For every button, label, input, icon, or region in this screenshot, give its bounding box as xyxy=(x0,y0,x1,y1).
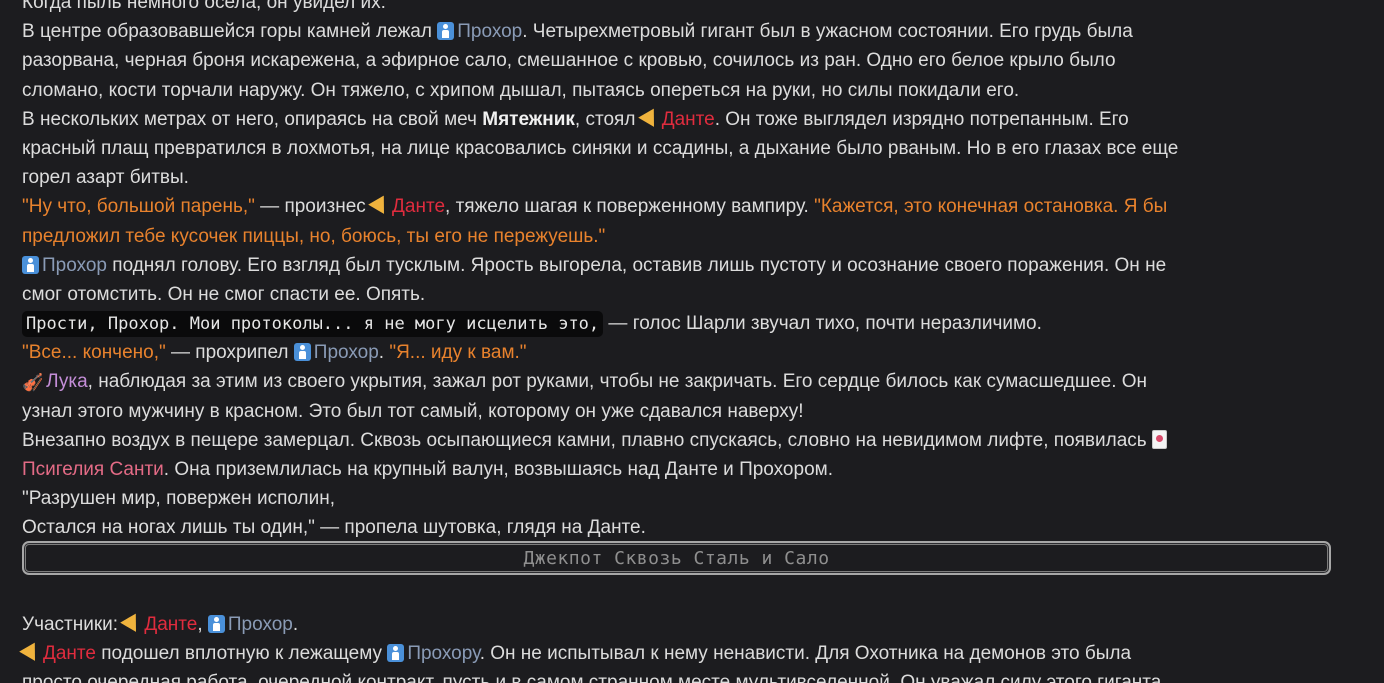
story-line: Данте подошел вплотную к лежащему Прохор… xyxy=(19,639,1352,668)
story-text: В нескольких метрах от него, опираясь на… xyxy=(22,108,483,130)
character-name-prohor: Прохор xyxy=(457,21,523,43)
violin-icon: 🎻 xyxy=(22,373,44,394)
character-name-luka: Лука xyxy=(46,371,88,393)
story-line: узнал этого мужчину в красном. Это был т… xyxy=(22,397,1352,426)
story-line: просто очередная работа, очередной контр… xyxy=(22,668,1352,683)
story-text: Остался на ногах лишь ты один," — пропел… xyxy=(22,517,646,539)
character-name-psygelia: Псигелия Санти xyxy=(22,459,164,480)
dialogue-quote: "Все... кончено," xyxy=(22,342,166,364)
character-name-prohor: Прохор xyxy=(313,342,379,364)
story-text: , тяжело шагая к поверженному вампиру. xyxy=(445,196,815,218)
story-text: "Разрушен мир, повержен исполин, xyxy=(22,488,336,510)
story-text: смог отомстить. Он не смог спасти ее. Оп… xyxy=(22,283,426,305)
story-text: . Она приземлилась на крупный валун, воз… xyxy=(163,459,833,480)
story-line: предложил тебе кусочек пиццы, но, боюсь,… xyxy=(22,222,1352,251)
story-line: смог отомстить. Он не смог спасти ее. Оп… xyxy=(22,280,1352,309)
story-message: Когда пыль немного осела, он увидел их: … xyxy=(22,0,1352,543)
story-text: . Четырехметровый гигант был в ужасном с… xyxy=(522,21,1133,43)
story-text: . xyxy=(378,342,390,364)
story-line: В нескольких метрах от него, опираясь на… xyxy=(22,105,1352,134)
man-icon xyxy=(437,22,455,41)
story-text: В центре образовавшейся горы камней лежа… xyxy=(22,21,438,43)
character-name-dante: Данте xyxy=(661,108,715,130)
man-icon xyxy=(207,615,225,633)
dialogue-quote: "Я... иду к вам." xyxy=(389,342,527,364)
pizza-icon xyxy=(120,613,145,637)
story-line: Внезапно воздух в пещере замерцал. Сквоз… xyxy=(22,426,1352,455)
dialogue-quote: предложил тебе кусочек пиццы, но, боюсь,… xyxy=(22,225,606,247)
pizza-icon xyxy=(19,642,43,666)
story-line: 🎻 Лука, наблюдая за этим из своего укрыти… xyxy=(22,367,1352,396)
story-line: Остался на ногах лишь ты один," — пропел… xyxy=(22,513,1352,542)
story-text: горел азарт битвы. xyxy=(22,167,189,189)
story-text: , xyxy=(197,614,208,635)
chapter-title: Джекпот Сквозь Сталь и Сало xyxy=(523,547,830,569)
story-line: Прости, Прохор. Мои протоколы... я не мо… xyxy=(22,309,1352,338)
dialogue-quote: "Ну что, большой парень," xyxy=(22,196,255,218)
next-message: Участники: Данте, Прохор. Данте подошел … xyxy=(19,610,1352,683)
story-line: "Разрушен мир, повержен исполин, xyxy=(22,484,1352,513)
story-line: Прохор поднял голову. Его взгляд был тус… xyxy=(22,251,1352,280)
character-name-dante: Данте xyxy=(392,196,446,218)
story-line: "Ну что, большой парень," — произнес Дан… xyxy=(22,192,1352,221)
sword-name: Мятежник xyxy=(482,108,575,130)
man-icon xyxy=(22,255,39,274)
man-icon xyxy=(293,343,311,362)
man-icon xyxy=(387,644,405,663)
participants-label: Участники: xyxy=(22,614,124,635)
story-text: . Он тоже выглядел изрядно потрепанным. … xyxy=(714,108,1129,130)
story-text: красный плащ превратился в лохмотья, на … xyxy=(22,137,1179,159)
story-line: "Все... кончено," — прохрипел Прохор. "Я… xyxy=(22,338,1352,367)
inline-code-speech: Прости, Прохор. Мои протоколы... я не мо… xyxy=(22,311,604,338)
story-text: сломано, кости торчали наружу. Он тяжело… xyxy=(22,79,1020,101)
story-text: подошел вплотную к лежащему xyxy=(95,643,388,665)
story-text: Внезапно воздух в пещере замерцал. Сквоз… xyxy=(22,429,1147,451)
character-name-dante: Данте xyxy=(43,643,96,665)
story-text: , наблюдая за этим из своего укрытия, за… xyxy=(87,371,1148,393)
character-name-dante: Данте xyxy=(144,614,198,635)
story-line: горел азарт битвы. xyxy=(22,163,1352,192)
participants-line: Участники: Данте, Прохор. xyxy=(22,610,1352,639)
story-text: — произнес xyxy=(254,196,372,218)
story-text: разорвана, черная броня искарежена, а эф… xyxy=(22,50,1116,72)
story-line: В центре образовавшейся горы камней лежа… xyxy=(22,17,1352,46)
character-name-prohor: Прохор xyxy=(42,254,107,276)
story-text: — прохрипел xyxy=(165,342,294,364)
story-text: узнал этого мужчину в красном. Это был т… xyxy=(22,400,804,422)
pizza-icon xyxy=(368,195,392,219)
chapter-title-box: Джекпот Сквозь Сталь и Сало xyxy=(22,541,1331,575)
character-name-prohor: Прохору xyxy=(407,643,480,665)
story-line: разорвана, черная броня искарежена, а эф… xyxy=(22,46,1352,75)
story-line: сломано, кости торчали наружу. Он тяжело… xyxy=(22,76,1352,105)
story-text: , стоял xyxy=(574,108,641,130)
story-text: — голос Шарли звучал тихо, почти неразли… xyxy=(603,313,1042,335)
character-name-prohor: Прохор xyxy=(227,614,293,635)
story-text: просто очередная работа, очередной контр… xyxy=(22,672,1167,683)
story-line: красный плащ превратился в лохмотья, на … xyxy=(22,134,1352,163)
story-line: Псигелия Санти. Она приземлилась на круп… xyxy=(22,455,1352,484)
pizza-icon xyxy=(637,108,662,132)
dialogue-quote: "Кажется, это конечная остановка. Я бы xyxy=(814,196,1168,218)
story-text: поднял голову. Его взгляд был тусклым. Я… xyxy=(107,254,1167,276)
playing-card-icon xyxy=(1151,429,1167,449)
story-text: . xyxy=(292,614,299,635)
story-text: Когда пыль немного осела, он увидел их: xyxy=(22,0,386,13)
story-line: Когда пыль немного осела, он увидел их: xyxy=(22,0,1352,17)
chat-viewport[interactable]: Когда пыль немного осела, он увидел их: … xyxy=(0,0,1384,683)
story-text: . Он не испытывал к нему ненависти. Для … xyxy=(479,643,1132,665)
